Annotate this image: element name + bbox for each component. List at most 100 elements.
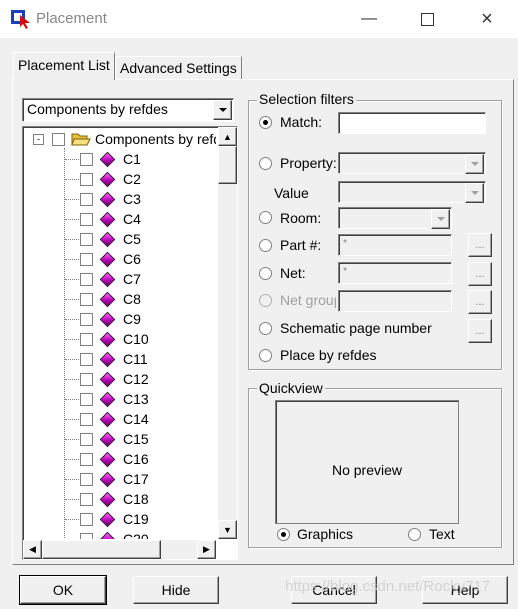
item-checkbox[interactable] <box>80 292 93 306</box>
part-radio[interactable] <box>259 239 272 252</box>
scroll-thumb[interactable] <box>218 146 237 184</box>
item-checkbox[interactable] <box>80 532 93 539</box>
tree-branch-line <box>65 279 79 280</box>
item-checkbox[interactable] <box>80 152 93 166</box>
value-dropdown[interactable] <box>338 181 486 203</box>
item-checkbox[interactable] <box>80 472 93 486</box>
hscroll-thumb[interactable] <box>42 540 161 559</box>
net-browse-button[interactable]: ... <box>468 262 492 286</box>
tree-item[interactable]: C15 <box>80 429 149 449</box>
component-icon <box>99 411 116 427</box>
tab-placement-list[interactable]: Placement List <box>13 52 115 80</box>
item-checkbox[interactable] <box>80 352 93 366</box>
ok-button[interactable]: OK <box>19 575 107 605</box>
tree-item[interactable]: C3 <box>80 189 141 209</box>
item-checkbox[interactable] <box>80 372 93 386</box>
tree-item[interactable]: C13 <box>80 389 149 409</box>
watermark: https://blog.csdn.net/Rocky717 <box>285 578 491 595</box>
close-button[interactable]: × <box>464 0 510 38</box>
item-checkbox[interactable] <box>80 432 93 446</box>
item-checkbox[interactable] <box>80 252 93 266</box>
tree-item[interactable]: C20 <box>80 529 149 539</box>
hide-button[interactable]: Hide <box>133 576 219 604</box>
net-radio[interactable] <box>259 267 272 280</box>
item-checkbox[interactable] <box>80 272 93 286</box>
maximize-icon <box>420 12 434 26</box>
room-dropdown-arrow[interactable] <box>431 209 450 229</box>
scroll-left-icon: ◀ <box>29 544 36 554</box>
item-checkbox[interactable] <box>80 412 93 426</box>
value-dropdown-arrow[interactable] <box>465 183 484 203</box>
item-checkbox[interactable] <box>80 452 93 466</box>
tree-branch-line <box>65 159 79 160</box>
tree-item[interactable]: C17 <box>80 469 149 489</box>
tree-item[interactable]: C10 <box>80 329 149 349</box>
vertical-scrollbar[interactable]: ▲ ▼ <box>218 127 237 539</box>
tree-item[interactable]: C12 <box>80 369 149 389</box>
selection-filters-title: Selection filters <box>257 91 356 107</box>
property-dropdown-arrow[interactable] <box>465 154 484 174</box>
maximize-button[interactable] <box>404 0 450 38</box>
property-dropdown[interactable] <box>338 152 486 174</box>
scroll-up-button[interactable]: ▲ <box>218 127 237 146</box>
item-checkbox[interactable] <box>80 192 93 206</box>
part-input[interactable]: * <box>338 234 452 256</box>
room-radio[interactable] <box>259 211 272 224</box>
item-checkbox[interactable] <box>80 332 93 346</box>
tree-item[interactable]: C16 <box>80 449 149 469</box>
item-checkbox[interactable] <box>80 232 93 246</box>
root-checkbox[interactable] <box>52 132 65 146</box>
placement-app-icon <box>11 10 30 29</box>
part-browse-button[interactable]: ... <box>468 233 492 257</box>
netgroup-input[interactable] <box>338 290 452 312</box>
property-radio[interactable] <box>259 157 272 170</box>
netgroup-browse-button[interactable]: ... <box>468 290 492 314</box>
tree-item-label: C3 <box>123 191 141 207</box>
horizontal-scrollbar[interactable]: ◀ ▶ <box>23 540 216 559</box>
tree-item[interactable]: C1 <box>80 149 141 169</box>
tree-item-label: C13 <box>123 391 149 407</box>
item-checkbox[interactable] <box>80 392 93 406</box>
dropdown-arrow-button[interactable] <box>213 100 232 120</box>
tree-item-label: C9 <box>123 311 141 327</box>
tab-advanced-settings[interactable]: Advanced Settings <box>115 56 242 79</box>
list-mode-dropdown[interactable]: Components by refdes <box>22 98 234 122</box>
item-checkbox[interactable] <box>80 212 93 226</box>
tree-item[interactable]: C11 <box>80 349 148 369</box>
scroll-left-button[interactable]: ◀ <box>23 540 42 559</box>
place-by-refdes-radio[interactable] <box>259 349 272 362</box>
chevron-down-icon <box>436 217 445 221</box>
tree-item[interactable]: C8 <box>80 289 141 309</box>
tree-item[interactable]: C18 <box>80 489 149 509</box>
tree-item[interactable]: C7 <box>80 269 141 289</box>
scroll-right-button[interactable]: ▶ <box>197 540 216 559</box>
graphics-radio[interactable] <box>277 528 290 541</box>
net-input[interactable]: * <box>338 262 452 284</box>
room-label: Room: <box>280 210 322 226</box>
chevron-down-icon <box>218 108 227 112</box>
schematic-radio[interactable] <box>259 322 272 335</box>
tree-item[interactable]: C9 <box>80 309 141 329</box>
component-tree[interactable]: - Components by refdes C1 C2 C3 C4 C5 C6 C7 C8 C… <box>22 126 238 560</box>
text-radio[interactable] <box>408 528 421 541</box>
tree-item[interactable]: C5 <box>80 229 141 249</box>
minimize-button[interactable]: — <box>346 0 392 38</box>
tree-root[interactable]: - Components by refdes <box>33 129 216 149</box>
item-checkbox[interactable] <box>80 492 93 506</box>
tree-branch-line <box>65 319 79 320</box>
collapse-icon[interactable]: - <box>33 133 44 145</box>
item-checkbox[interactable] <box>80 172 93 186</box>
match-input[interactable] <box>338 112 486 134</box>
match-radio[interactable] <box>259 116 272 129</box>
scroll-down-button[interactable]: ▼ <box>218 520 237 539</box>
netgroup-radio[interactable] <box>259 294 272 307</box>
item-checkbox[interactable] <box>80 512 93 526</box>
schematic-browse-button[interactable]: ... <box>468 319 492 343</box>
item-checkbox[interactable] <box>80 312 93 326</box>
tree-item[interactable]: C19 <box>80 509 149 529</box>
tree-item[interactable]: C4 <box>80 209 141 229</box>
tree-item[interactable]: C6 <box>80 249 141 269</box>
tree-item[interactable]: C2 <box>80 169 141 189</box>
room-dropdown[interactable] <box>338 207 452 229</box>
tree-item[interactable]: C14 <box>80 409 149 429</box>
